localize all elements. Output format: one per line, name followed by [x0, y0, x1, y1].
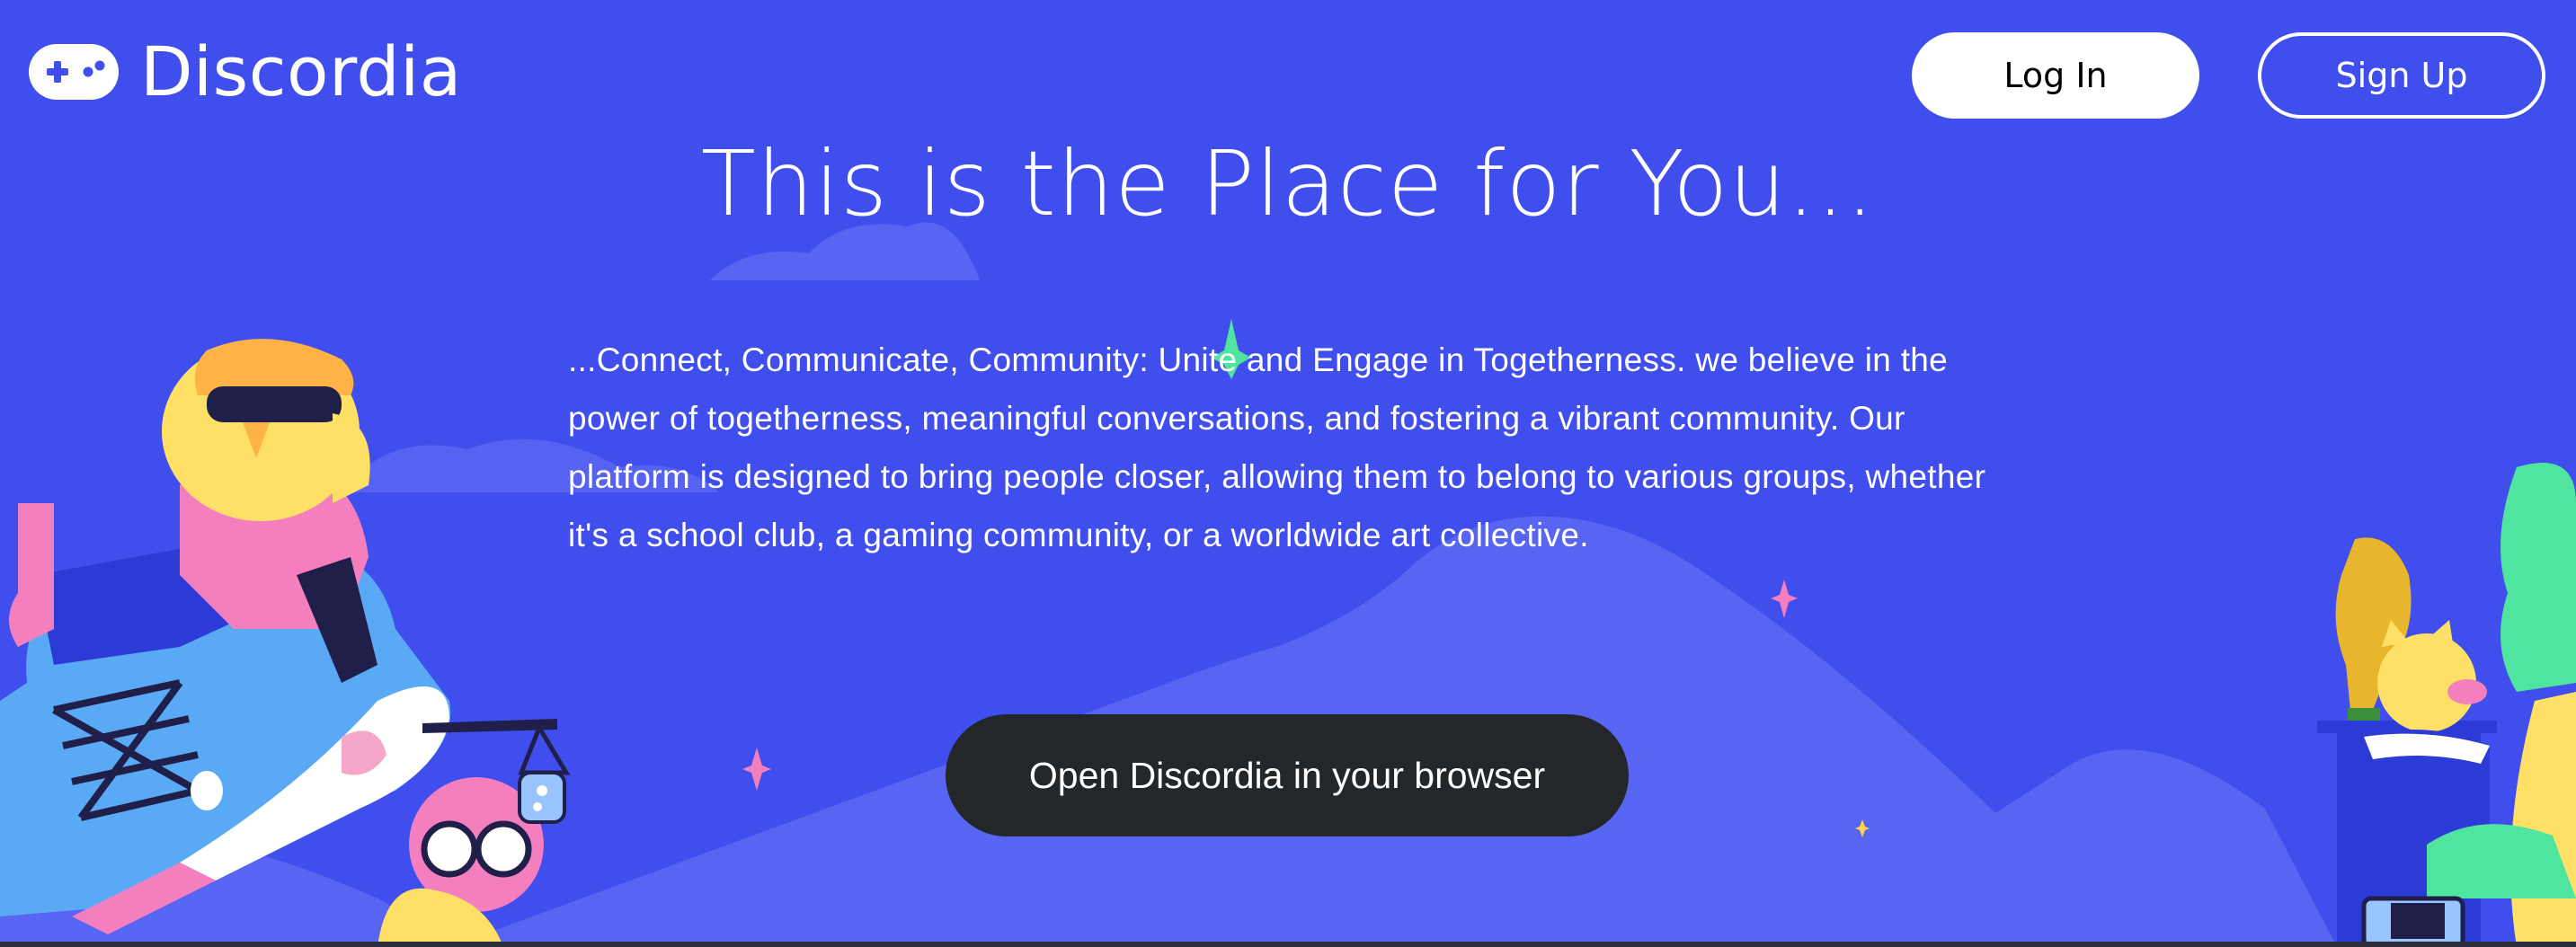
landing-page: Discordia Log In Sign Up This is the Pla…	[0, 0, 2576, 947]
bottom-divider	[0, 942, 2576, 947]
sparkle-icon	[1771, 580, 1798, 618]
left-character-illustration	[0, 339, 571, 947]
signup-button[interactable]: Sign Up	[2258, 32, 2545, 119]
open-in-browser-button[interactable]: Open Discordia in your browser	[946, 714, 1629, 836]
hero-description: ...Connect, Communicate, Community: Unit…	[568, 341, 1986, 553]
logo-text: Discordia	[140, 31, 462, 111]
gamepad-icon	[29, 44, 119, 100]
hero-title: This is the Place for You...	[700, 131, 1876, 236]
right-character-illustration	[2317, 463, 2576, 947]
sparkle-icon	[742, 748, 771, 791]
login-button[interactable]: Log In	[1912, 32, 2199, 119]
logo[interactable]: Discordia	[29, 38, 462, 106]
